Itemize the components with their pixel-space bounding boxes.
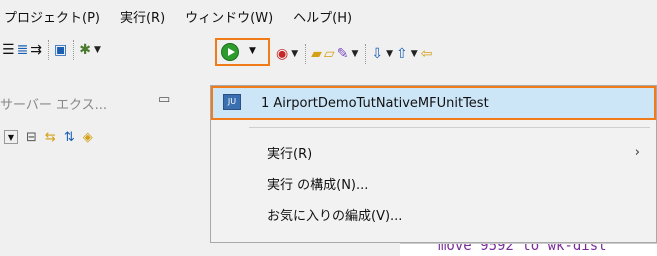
sort-az-icon[interactable]: ⇅: [64, 130, 75, 145]
next-annotation-dropdown-icon[interactable]: ▼: [386, 49, 393, 59]
external-tools-icon[interactable]: ◉: [276, 43, 288, 65]
menu-separator: [249, 127, 650, 128]
toolbar-separator: [305, 44, 307, 64]
recent-launch-item[interactable]: JU 1 AirportDemoTutNativeMFUnitTest: [211, 86, 656, 120]
menu-window[interactable]: ウィンドウ(W): [185, 7, 273, 26]
toolbar-separator: [48, 40, 50, 60]
menu-item-run-as[interactable]: 実行(R) ›: [211, 136, 656, 168]
menu-item-label: 実行(R): [267, 146, 313, 162]
external-tools-dropdown-icon[interactable]: ▼: [291, 49, 298, 59]
debug-dropdown-arrow-icon[interactable]: ▼: [94, 45, 101, 55]
open-project-icon[interactable]: ▱: [324, 43, 335, 65]
pencil-dropdown-icon[interactable]: ▼: [351, 49, 358, 59]
menu-item-run-configurations[interactable]: 実行 の構成(N)...: [211, 167, 656, 199]
menu-help[interactable]: ヘルプ(H): [293, 7, 352, 26]
search-window-icon[interactable]: ▣: [54, 39, 67, 61]
run-play-icon[interactable]: [221, 43, 239, 61]
toolbar-right-group: ◉ ▼ ▰ ▱ ✎ ▼ ⇩ ▼ ⇧ ▼ ⇦: [276, 43, 434, 65]
previous-annotation-dropdown-icon[interactable]: ▼: [411, 49, 418, 59]
list-icon[interactable]: ☰: [2, 39, 15, 61]
run-dropdown-arrow-icon[interactable]: ▼: [249, 46, 256, 56]
menu-item-label: 実行 の構成(N)...: [267, 177, 369, 193]
indent-icon[interactable]: ⇉: [30, 39, 42, 61]
menu-item-organize-favorites[interactable]: お気に入りの編成(V)...: [211, 198, 656, 230]
code-editor[interactable]: move 9592 to wk-dist: [400, 243, 657, 256]
toolbar-separator: [365, 44, 367, 64]
collapse-dropdown-icon[interactable]: ▼: [4, 130, 18, 144]
menu-bar: プロジェクト(P) 実行(R) ウィンドウ(W) ヘルプ(H): [0, 0, 657, 32]
menu-project[interactable]: プロジェクト(P): [4, 7, 100, 26]
filter-icon[interactable]: ◈: [83, 130, 93, 145]
chevron-right-icon: ›: [634, 144, 640, 160]
link-editor-icon[interactable]: ⇆: [45, 130, 56, 145]
toolbar-separator: [73, 40, 75, 60]
open-folder-icon[interactable]: ▰: [311, 43, 322, 65]
debug-bug-icon[interactable]: ✱: [79, 39, 91, 61]
run-dropdown-menu: JU 1 AirportDemoTutNativeMFUnitTest 実行(R…: [210, 85, 657, 243]
left-panel-toolbar: ▼ ⊟ ⇆ ⇅ ◈: [0, 122, 210, 152]
back-arrow-icon[interactable]: ⇦: [421, 43, 433, 65]
junit-launch-icon: JU: [223, 94, 241, 110]
pencil-icon[interactable]: ✎: [337, 43, 349, 65]
next-annotation-icon[interactable]: ⇩: [371, 43, 383, 65]
minimize-icon[interactable]: ▭: [158, 92, 170, 107]
menu-run[interactable]: 実行(R): [120, 7, 165, 26]
code-line: move 9592 to wk-dist: [438, 243, 607, 254]
previous-annotation-icon[interactable]: ⇧: [396, 43, 408, 65]
menu-item-label: お気に入りの編成(V)...: [267, 208, 403, 224]
collapse-all-icon[interactable]: ⊟: [26, 130, 37, 145]
format-icon[interactable]: ≣: [17, 39, 29, 61]
recent-launch-label: 1 AirportDemoTutNativeMFUnitTest: [261, 95, 489, 111]
server-explorer-title[interactable]: サーバー エクス...: [0, 94, 107, 113]
